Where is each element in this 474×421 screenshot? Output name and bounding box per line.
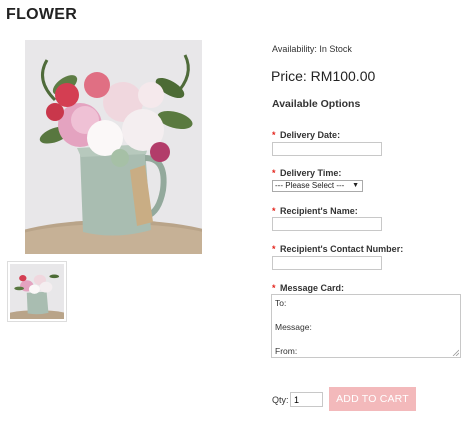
bouquet-thumbnail-illustration — [10, 264, 64, 319]
recipient-name-label-text: Recipient's Name: — [280, 206, 358, 216]
required-mark: * — [272, 283, 276, 293]
bouquet-illustration — [25, 40, 202, 254]
message-card-textarea[interactable]: To: Message: From: — [271, 294, 461, 358]
recipient-contact-label-text: Recipient's Contact Number: — [280, 244, 404, 254]
message-card-line: Message: — [275, 322, 312, 332]
message-card-line — [275, 309, 457, 321]
delivery-date-label: * Delivery Date: — [272, 130, 340, 140]
quantity-input[interactable] — [290, 392, 323, 407]
available-options-heading: Available Options — [272, 98, 361, 110]
required-mark: * — [272, 244, 276, 254]
dropdown-arrow-icon: ▼ — [352, 182, 359, 189]
required-mark: * — [272, 168, 276, 178]
required-mark: * — [272, 206, 276, 216]
resize-grip-icon[interactable] — [452, 349, 459, 356]
delivery-time-label: * Delivery Time: — [272, 168, 341, 178]
recipient-name-input[interactable] — [272, 217, 382, 231]
delivery-time-label-text: Delivery Time: — [280, 168, 342, 178]
message-card-line — [275, 333, 457, 345]
product-main-image[interactable] — [25, 40, 202, 254]
recipient-name-label: * Recipient's Name: — [272, 206, 358, 216]
quantity-label: Qty: — [272, 395, 289, 405]
product-title: FLOWER — [6, 6, 78, 23]
add-to-cart-button[interactable]: ADD TO CART — [329, 387, 416, 411]
delivery-date-label-text: Delivery Date: — [280, 130, 341, 140]
delivery-time-selected-value: --- Please Select --- — [275, 181, 345, 190]
availability-status: Availability: In Stock — [272, 44, 352, 54]
product-thumbnail[interactable] — [7, 261, 67, 322]
message-card-label-text: Message Card: — [280, 283, 345, 293]
delivery-time-select[interactable]: --- Please Select --- ▼ — [272, 180, 363, 192]
recipient-contact-label: * Recipient's Contact Number: — [272, 244, 403, 254]
message-card-line: From: — [275, 346, 298, 356]
product-price: Price: RM100.00 — [271, 68, 376, 84]
message-card-label: * Message Card: — [272, 283, 344, 293]
delivery-date-input[interactable] — [272, 142, 382, 156]
recipient-contact-input[interactable] — [272, 256, 382, 270]
required-mark: * — [272, 130, 276, 140]
message-card-line: To: — [275, 298, 287, 308]
